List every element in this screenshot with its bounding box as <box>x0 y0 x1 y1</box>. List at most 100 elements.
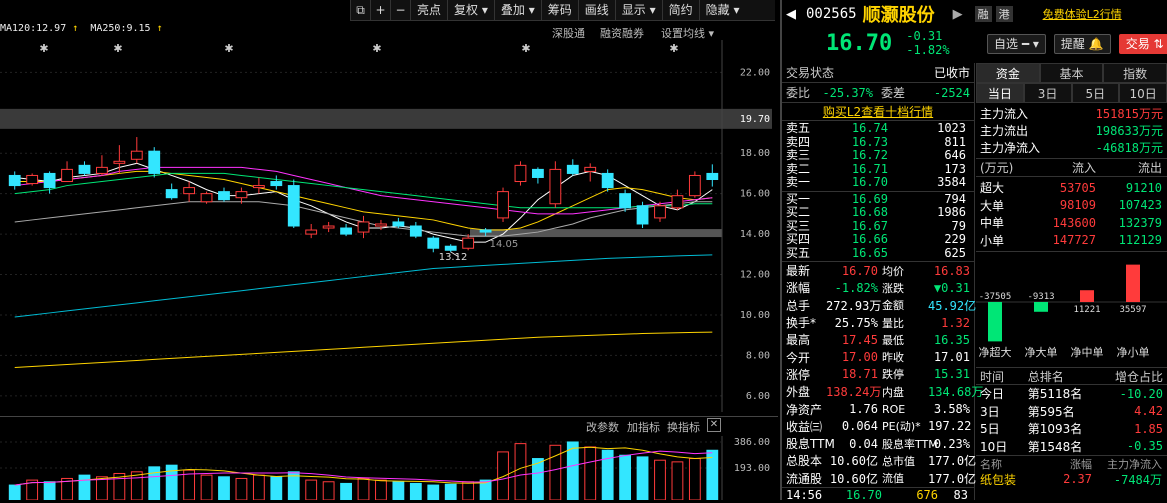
watchlist-button[interactable]: 自选 ━ ▾ <box>987 34 1046 54</box>
toolbar-draw[interactable]: 画线 <box>577 0 615 21</box>
toolbar-chips[interactable]: 筹码 <box>540 0 578 21</box>
volume-bar <box>252 474 265 500</box>
stat-label2: 股息率TTM <box>882 437 938 451</box>
toolbar-hide[interactable]: 隐藏 ▾ <box>698 0 746 21</box>
next-stock-icon[interactable]: ▶ <box>953 7 963 22</box>
ma250-label: MA250:9.15 <box>90 23 151 34</box>
minus-icon[interactable]: − <box>390 0 410 21</box>
toolbar-overlay[interactable]: 叠加 ▾ <box>493 0 541 21</box>
kline-chart[interactable]: 22.00 18.00 16.00 14.00 12.00 10.00 8.00 6.00 19… <box>0 40 778 412</box>
orderbook-level: 卖二 16.71 173 <box>786 161 970 177</box>
link-edit-params[interactable]: 改参数 <box>586 419 619 435</box>
rank-row: 3日 第595名 4.42 <box>980 403 1163 421</box>
flow-value: -46818万元 <box>1095 141 1163 155</box>
stat-label: 外盘 <box>786 385 811 400</box>
candle-down <box>43 172 56 189</box>
stat-label2: 均价 <box>882 264 904 278</box>
prev-stock-icon[interactable]: ◀ <box>786 7 796 22</box>
level-label: 买四 <box>786 232 811 246</box>
stat-value: 0.04 <box>849 436 878 451</box>
link-sgt[interactable]: 深股通 <box>552 25 585 41</box>
period-tab[interactable]: 3日 <box>1023 83 1072 103</box>
toolbar-simple[interactable]: 简约 <box>661 0 699 21</box>
period-tab[interactable]: 当日 <box>976 83 1024 103</box>
candle-down <box>218 191 230 201</box>
fund-tab[interactable]: 基本 <box>1039 63 1104 83</box>
level-label: 卖五 <box>786 121 811 135</box>
level-volume: 173 <box>944 161 966 176</box>
candle-down <box>532 168 544 178</box>
level-price: 16.72 <box>851 148 888 162</box>
sector-row[interactable]: 纸包装 2.37 -7484万 <box>976 471 1167 487</box>
trade-status-label: 交易状态 <box>786 66 835 80</box>
price-change-pct: -1.82% <box>906 43 950 57</box>
toolbar-display[interactable]: 显示 ▾ <box>614 0 662 21</box>
volume-bar <box>96 476 108 500</box>
stat-label: 总手 <box>786 298 811 313</box>
toolbar-adjust[interactable]: 复权 ▾ <box>447 0 494 21</box>
level-price: 16.65 <box>851 245 888 260</box>
stat-value: 272.93万 <box>826 298 882 313</box>
stat-value2: 1.32 <box>941 315 970 330</box>
orderbook-level: 卖三 16.72 646 <box>786 148 970 163</box>
y-tick-label: 19.70 <box>740 114 770 125</box>
fund-tab[interactable]: 指数 <box>1103 63 1167 83</box>
stat-value: 18.71 <box>841 367 878 382</box>
rank-period: 3日 <box>980 404 1000 419</box>
candle-up <box>357 221 370 233</box>
fund-tab[interactable]: 资金 <box>976 63 1040 83</box>
stat-value: 25.75% <box>834 315 878 330</box>
order-ratio: 委比 -25.37% 委差 -2524 <box>782 83 974 103</box>
stat-value: 138.24万 <box>826 385 882 400</box>
volume-chart[interactable]: 386.00 193.00 <box>0 436 778 500</box>
candle-up <box>96 166 108 174</box>
action-buttons: 自选 ━ ▾ 提醒 🔔 交易 ⇅ <box>987 34 1167 54</box>
link-change-indicator[interactable]: 换指标 <box>667 419 700 435</box>
l2-trial-link[interactable]: 免费体验L2行情 <box>1043 6 1122 22</box>
rank-value: 第1093名 <box>1027 422 1083 437</box>
candle-up <box>688 174 701 197</box>
period-tab[interactable]: 5日 <box>1071 83 1120 103</box>
rank-period: 5日 <box>980 422 1000 437</box>
rank-list: 今日 第5118名 -10.20 3日 第595名 4.42 5日 第1093名 1.85 10日… <box>976 385 1167 455</box>
trade-button[interactable]: 交易 ⇅ <box>1118 34 1167 54</box>
link-add-indicator[interactable]: 加指标 <box>627 419 660 435</box>
close-indicator-icon[interactable]: ✕ <box>707 418 721 432</box>
margin-tag: 融 <box>974 6 992 22</box>
event-star-icon: ✱ <box>669 42 678 55</box>
stat-label: 换手* <box>786 316 817 331</box>
event-star-icon: ✱ <box>521 42 530 55</box>
y-tick-label: 10.00 <box>740 310 770 321</box>
link-ma-settings[interactable]: 设置均线 ▾ <box>661 25 714 41</box>
flow-size: 大单 <box>980 198 1005 213</box>
rank-head-ratio: 增仓占比 <box>1114 369 1163 384</box>
stat-label: 最高 <box>786 333 811 348</box>
period-tab[interactable]: 10日 <box>1119 83 1167 103</box>
quote-panel: ◀ 002565 顺灏股份 ▶ 融 港 免费体验L2行情 16.70 -0.31… <box>780 0 1167 502</box>
candle-up <box>305 229 318 235</box>
toolbar-highlight[interactable]: 亮点 <box>410 0 447 21</box>
last-price: 16.70 <box>826 30 893 56</box>
alert-button[interactable]: 提醒 🔔 <box>1053 34 1111 54</box>
y-tick-label: 6.00 <box>746 391 770 402</box>
level-price: 16.71 <box>851 161 888 176</box>
plus-icon[interactable]: + <box>370 0 390 21</box>
net-flow-label: 净中单 <box>1071 345 1104 359</box>
volume-bar <box>462 481 475 500</box>
volume-bar <box>200 474 213 500</box>
link-margin[interactable]: 融资融券 <box>600 25 644 41</box>
order-diff-value: -2524 <box>933 85 970 100</box>
l2-depth-link[interactable]: 购买L2查看十档行情 <box>782 103 974 121</box>
rank-row: 5日 第1093名 1.85 <box>980 420 1163 438</box>
candle-up <box>514 164 527 183</box>
stat-label2: 总市值 <box>882 454 915 468</box>
flow-value: 198633万元 <box>1095 124 1163 138</box>
flow-row: 主力流入 151815万元 <box>980 105 1163 122</box>
candle-down <box>270 181 283 187</box>
rank-head-rank: 总排名 <box>1027 369 1064 384</box>
flow-size: 中单 <box>980 216 1005 231</box>
chart-toolbar: ⧉ + − 亮点 复权 ▾ 叠加 ▾ 筹码 画线 显示 ▾ 简约 隐藏 ▾ <box>350 0 775 21</box>
volume-bar <box>340 482 352 500</box>
frame-icon[interactable]: ⧉ <box>350 0 370 21</box>
net-flow-value: 35597 <box>1119 305 1146 315</box>
